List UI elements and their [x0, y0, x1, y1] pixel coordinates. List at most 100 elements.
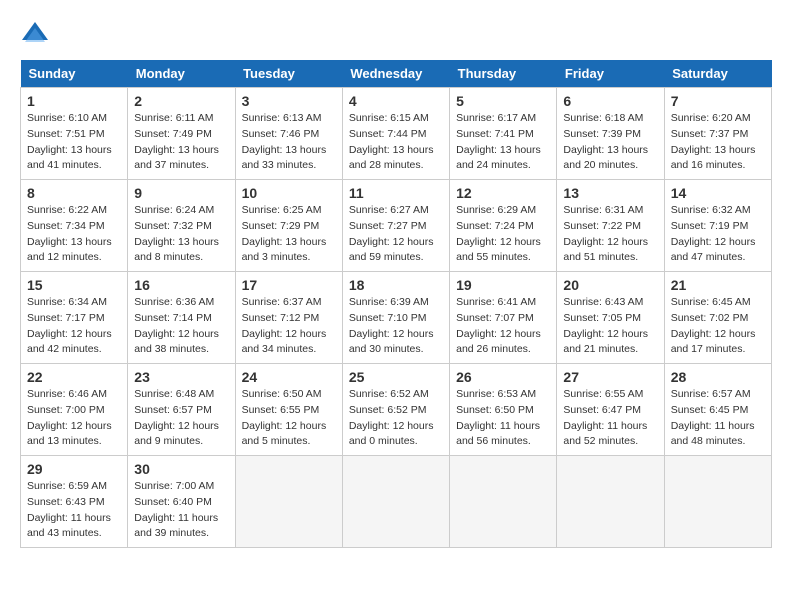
calendar-week-row: 15 Sunrise: 6:34 AMSunset: 7:17 PMDayligh… [21, 272, 772, 364]
day-info: Sunrise: 6:59 AMSunset: 6:43 PMDaylight:… [27, 479, 121, 542]
day-info: Sunrise: 6:13 AMSunset: 7:46 PMDaylight:… [242, 111, 336, 174]
calendar-day-cell: 4 Sunrise: 6:15 AMSunset: 7:44 PMDaylight… [342, 88, 449, 180]
calendar-day-cell: 25 Sunrise: 6:52 AMSunset: 6:52 PMDayligh… [342, 364, 449, 456]
day-info: Sunrise: 6:20 AMSunset: 7:37 PMDaylight:… [671, 111, 765, 174]
day-number: 7 [671, 93, 765, 109]
page-header [20, 20, 772, 50]
calendar-day-cell [235, 456, 342, 548]
col-header-friday: Friday [557, 60, 664, 88]
day-info: Sunrise: 6:17 AMSunset: 7:41 PMDaylight:… [456, 111, 550, 174]
calendar-day-cell: 1 Sunrise: 6:10 AMSunset: 7:51 PMDaylight… [21, 88, 128, 180]
day-info: Sunrise: 6:29 AMSunset: 7:24 PMDaylight:… [456, 203, 550, 266]
day-number: 24 [242, 369, 336, 385]
day-number: 12 [456, 185, 550, 201]
day-info: Sunrise: 6:37 AMSunset: 7:12 PMDaylight:… [242, 295, 336, 358]
calendar-day-cell: 15 Sunrise: 6:34 AMSunset: 7:17 PMDayligh… [21, 272, 128, 364]
day-info: Sunrise: 6:50 AMSunset: 6:55 PMDaylight:… [242, 387, 336, 450]
day-number: 18 [349, 277, 443, 293]
col-header-wednesday: Wednesday [342, 60, 449, 88]
calendar-day-cell: 20Sunrise: 6:43 AMSunset: 7:05 PMDayligh… [557, 272, 664, 364]
day-info: Sunrise: 6:57 AMSunset: 6:45 PMDaylight:… [671, 387, 765, 450]
day-number: 3 [242, 93, 336, 109]
day-info: Sunrise: 6:55 AMSunset: 6:47 PMDaylight:… [563, 387, 657, 450]
day-number: 4 [349, 93, 443, 109]
calendar-day-cell: 26 Sunrise: 6:53 AMSunset: 6:50 PMDayligh… [450, 364, 557, 456]
day-number: 27 [563, 369, 657, 385]
calendar-day-cell: 12 Sunrise: 6:29 AMSunset: 7:24 PMDayligh… [450, 180, 557, 272]
day-info: Sunrise: 6:15 AMSunset: 7:44 PMDaylight:… [349, 111, 443, 174]
calendar-day-cell: 23Sunrise: 6:48 AMSunset: 6:57 PMDayligh… [128, 364, 235, 456]
calendar-day-cell: 18 Sunrise: 6:39 AMSunset: 7:10 PMDayligh… [342, 272, 449, 364]
day-number: 16 [134, 277, 228, 293]
day-number: 15 [27, 277, 121, 293]
day-info: Sunrise: 6:27 AMSunset: 7:27 PMDaylight:… [349, 203, 443, 266]
day-info: Sunrise: 6:31 AMSunset: 7:22 PMDaylight:… [563, 203, 657, 266]
day-number: 19 [456, 277, 550, 293]
calendar-day-cell: 27 Sunrise: 6:55 AMSunset: 6:47 PMDayligh… [557, 364, 664, 456]
calendar-day-cell: 6 Sunrise: 6:18 AMSunset: 7:39 PMDaylight… [557, 88, 664, 180]
calendar-day-cell: 21 Sunrise: 6:45 AMSunset: 7:02 PMDayligh… [664, 272, 771, 364]
day-number: 6 [563, 93, 657, 109]
day-info: Sunrise: 6:18 AMSunset: 7:39 PMDaylight:… [563, 111, 657, 174]
calendar-day-cell: 5 Sunrise: 6:17 AMSunset: 7:41 PMDaylight… [450, 88, 557, 180]
calendar-day-cell: 13 Sunrise: 6:31 AMSunset: 7:22 PMDayligh… [557, 180, 664, 272]
day-info: Sunrise: 6:41 AMSunset: 7:07 PMDaylight:… [456, 295, 550, 358]
day-number: 30 [134, 461, 228, 477]
day-info: Sunrise: 6:10 AMSunset: 7:51 PMDaylight:… [27, 111, 121, 174]
day-number: 14 [671, 185, 765, 201]
calendar-table: SundayMondayTuesdayWednesdayThursdayFrid… [20, 60, 772, 548]
day-number: 17 [242, 277, 336, 293]
calendar-day-cell: 9 Sunrise: 6:24 AMSunset: 7:32 PMDaylight… [128, 180, 235, 272]
day-number: 9 [134, 185, 228, 201]
day-number: 22 [27, 369, 121, 385]
day-info: Sunrise: 7:00 AMSunset: 6:40 PMDaylight:… [134, 479, 228, 542]
day-number: 26 [456, 369, 550, 385]
calendar-day-cell: 24 Sunrise: 6:50 AMSunset: 6:55 PMDayligh… [235, 364, 342, 456]
calendar-day-cell: 29 Sunrise: 6:59 AMSunset: 6:43 PMDayligh… [21, 456, 128, 548]
day-number: 21 [671, 277, 765, 293]
day-number: 13 [563, 185, 657, 201]
day-info: Sunrise: 6:52 AMSunset: 6:52 PMDaylight:… [349, 387, 443, 450]
day-number: 1 [27, 93, 121, 109]
day-info: Sunrise: 6:32 AMSunset: 7:19 PMDaylight:… [671, 203, 765, 266]
calendar-day-cell: 2Sunrise: 6:11 AMSunset: 7:49 PMDaylight… [128, 88, 235, 180]
calendar-day-cell: 8 Sunrise: 6:22 AMSunset: 7:34 PMDaylight… [21, 180, 128, 272]
day-number: 23 [134, 369, 228, 385]
calendar-week-row: 29 Sunrise: 6:59 AMSunset: 6:43 PMDayligh… [21, 456, 772, 548]
calendar-day-cell [557, 456, 664, 548]
calendar-day-cell: 7 Sunrise: 6:20 AMSunset: 7:37 PMDaylight… [664, 88, 771, 180]
calendar-day-cell: 3 Sunrise: 6:13 AMSunset: 7:46 PMDaylight… [235, 88, 342, 180]
day-number: 11 [349, 185, 443, 201]
col-header-thursday: Thursday [450, 60, 557, 88]
calendar-day-cell [664, 456, 771, 548]
col-header-monday: Monday [128, 60, 235, 88]
calendar-day-cell: 22 Sunrise: 6:46 AMSunset: 7:00 PMDayligh… [21, 364, 128, 456]
day-info: Sunrise: 6:45 AMSunset: 7:02 PMDaylight:… [671, 295, 765, 358]
day-info: Sunrise: 6:24 AMSunset: 7:32 PMDaylight:… [134, 203, 228, 266]
logo [20, 20, 54, 50]
calendar-week-row: 1 Sunrise: 6:10 AMSunset: 7:51 PMDaylight… [21, 88, 772, 180]
col-header-tuesday: Tuesday [235, 60, 342, 88]
day-info: Sunrise: 6:25 AMSunset: 7:29 PMDaylight:… [242, 203, 336, 266]
day-info: Sunrise: 6:46 AMSunset: 7:00 PMDaylight:… [27, 387, 121, 450]
day-number: 25 [349, 369, 443, 385]
calendar-day-cell [450, 456, 557, 548]
day-number: 29 [27, 461, 121, 477]
day-number: 20 [563, 277, 657, 293]
calendar-day-cell: 30 Sunrise: 7:00 AMSunset: 6:40 PMDayligh… [128, 456, 235, 548]
day-info: Sunrise: 6:39 AMSunset: 7:10 PMDaylight:… [349, 295, 443, 358]
calendar-day-cell: 28Sunrise: 6:57 AMSunset: 6:45 PMDayligh… [664, 364, 771, 456]
calendar-day-cell: 11 Sunrise: 6:27 AMSunset: 7:27 PMDayligh… [342, 180, 449, 272]
day-info: Sunrise: 6:34 AMSunset: 7:17 PMDaylight:… [27, 295, 121, 358]
day-number: 8 [27, 185, 121, 201]
calendar-day-cell: 16 Sunrise: 6:36 AMSunset: 7:14 PMDayligh… [128, 272, 235, 364]
calendar-week-row: 22 Sunrise: 6:46 AMSunset: 7:00 PMDayligh… [21, 364, 772, 456]
day-info: Sunrise: 6:36 AMSunset: 7:14 PMDaylight:… [134, 295, 228, 358]
col-header-sunday: Sunday [21, 60, 128, 88]
day-number: 5 [456, 93, 550, 109]
col-header-saturday: Saturday [664, 60, 771, 88]
day-info: Sunrise: 6:53 AMSunset: 6:50 PMDaylight:… [456, 387, 550, 450]
day-info: Sunrise: 6:22 AMSunset: 7:34 PMDaylight:… [27, 203, 121, 266]
calendar-day-cell: 19 Sunrise: 6:41 AMSunset: 7:07 PMDayligh… [450, 272, 557, 364]
calendar-week-row: 8 Sunrise: 6:22 AMSunset: 7:34 PMDaylight… [21, 180, 772, 272]
